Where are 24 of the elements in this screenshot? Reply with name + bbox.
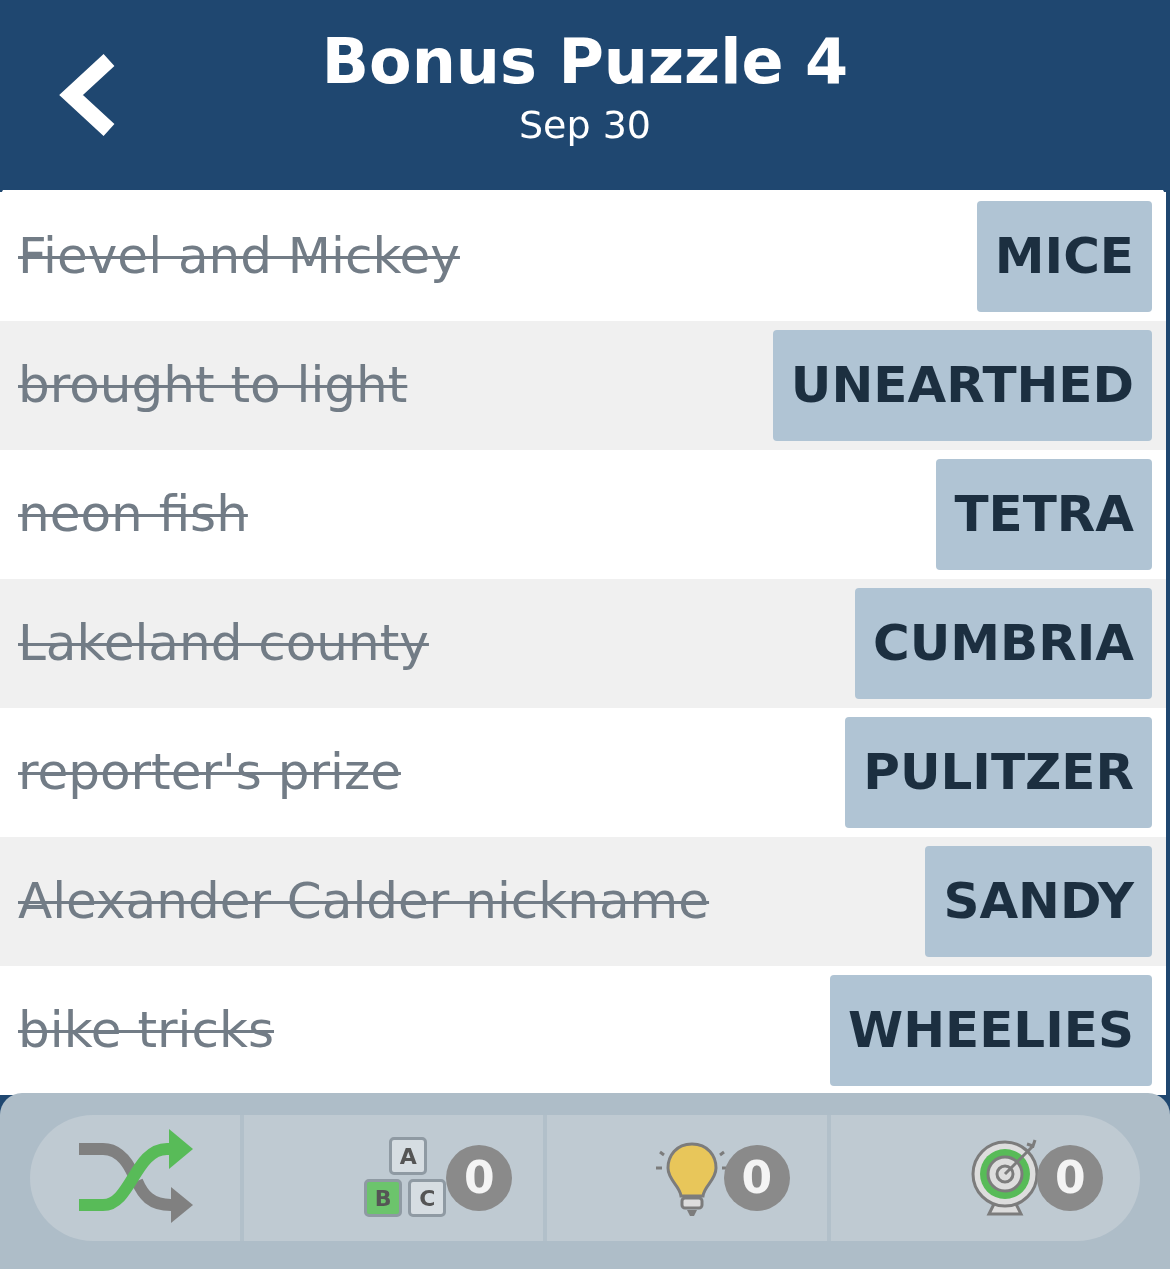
- clue-row[interactable]: Alexander Calder nickname SANDY: [0, 837, 1166, 966]
- puzzle-title: Bonus Puzzle 4: [321, 26, 849, 98]
- answer-tile: UNEARTHED: [772, 330, 1152, 441]
- letter-reveal-button[interactable]: A B C 0: [243, 1115, 547, 1241]
- answer-tile: WHEELIES: [830, 975, 1152, 1086]
- count-badge: 0: [723, 1145, 790, 1211]
- clue-text: bike tricks: [18, 1000, 274, 1061]
- answer-tile: CUMBRIA: [855, 588, 1152, 699]
- clue-row[interactable]: Lakeland county CUMBRIA: [0, 579, 1166, 708]
- clue-text: neon fish: [18, 484, 248, 545]
- clue-text: Lakeland county: [18, 613, 429, 674]
- clue-text: reporter's prize: [18, 742, 401, 803]
- answer-tile: MICE: [976, 201, 1152, 312]
- clue-row[interactable]: brought to light UNEARTHED: [0, 321, 1166, 450]
- clue-text: Alexander Calder nickname: [18, 871, 710, 932]
- count-badge: 0: [1037, 1145, 1104, 1211]
- puzzle-date: Sep 30: [518, 102, 652, 149]
- clue-text: Fievel and Mickey: [18, 226, 460, 287]
- answer-tile: TETRA: [936, 459, 1152, 570]
- count-badge: 0: [446, 1145, 513, 1211]
- answer-tile: PULITZER: [845, 717, 1152, 828]
- clue-text: brought to light: [18, 355, 408, 416]
- answer-tile: SANDY: [925, 846, 1152, 957]
- back-icon: [59, 52, 117, 138]
